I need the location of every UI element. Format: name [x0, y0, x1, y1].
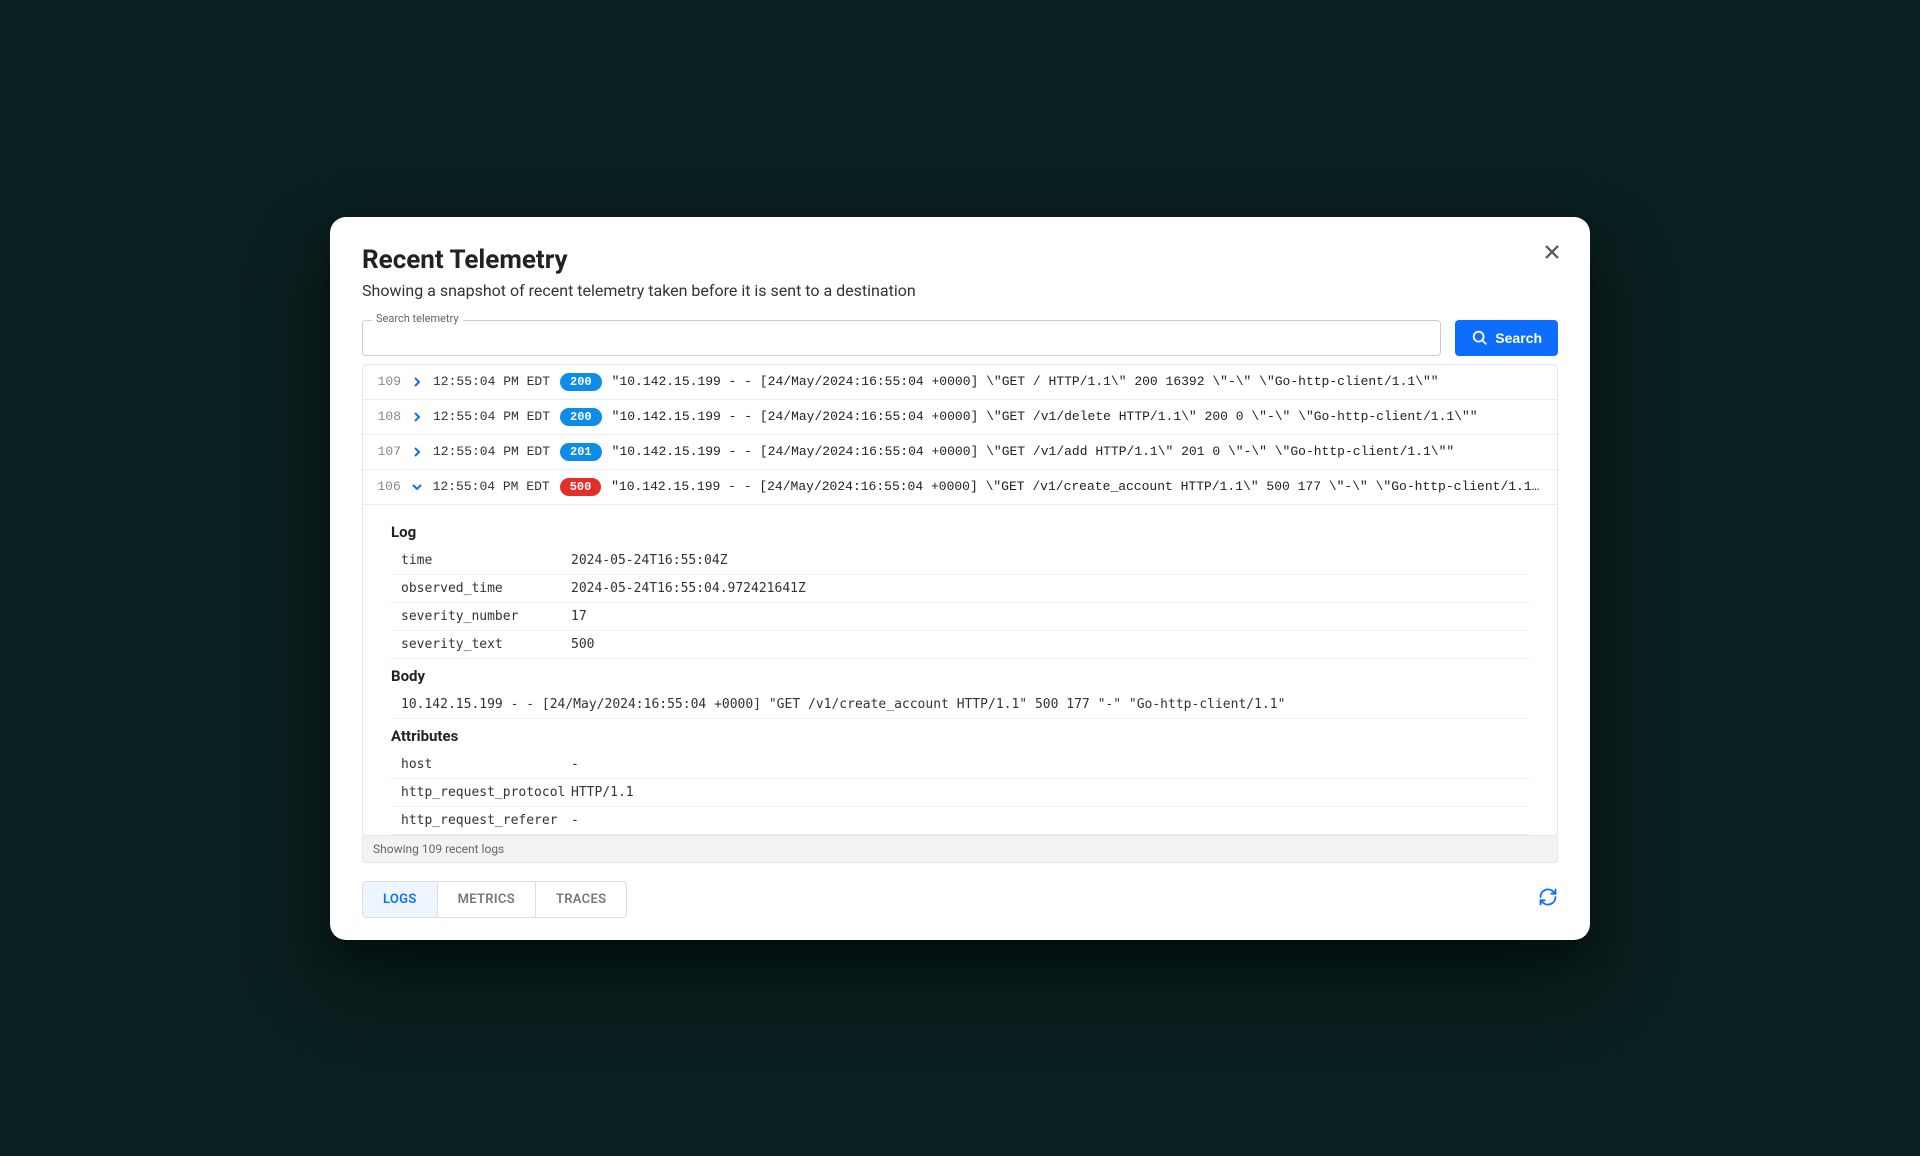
status-badge: 201: [560, 443, 602, 461]
kv-row: time2024-05-24T16:55:04Z: [391, 547, 1529, 575]
row-timestamp: 12:55:04 PM EDT: [433, 479, 550, 494]
kv-value: HTTP/1.1: [571, 785, 634, 800]
log-message: "10.142.15.199 - - [24/May/2024:16:55:04…: [611, 479, 1547, 494]
chevron-down-icon[interactable]: [411, 482, 423, 492]
kv-row: severity_number17: [391, 603, 1529, 631]
chevron-right-icon[interactable]: [411, 377, 423, 387]
log-list[interactable]: 109 12:55:04 PM EDT 200 "10.142.15.199 - - …: [362, 364, 1558, 836]
kv-key: observed_time: [391, 581, 571, 596]
search-field-wrap: Search telemetry: [362, 320, 1441, 356]
search-button-label: Search: [1495, 330, 1542, 346]
log-detail: Logtime2024-05-24T16:55:04Zobserved_time…: [363, 505, 1557, 836]
kv-row: observed_time2024-05-24T16:55:04.9724216…: [391, 575, 1529, 603]
kv-row: http_request_remoteIp10.142.15.199: [391, 835, 1529, 836]
refresh-button[interactable]: [1538, 887, 1558, 911]
chevron-right-icon[interactable]: [411, 447, 423, 457]
row-number: 106: [373, 479, 401, 494]
search-button[interactable]: Search: [1455, 320, 1558, 356]
detail-section-body: Body: [391, 667, 1529, 685]
log-row[interactable]: 106 12:55:04 PM EDT 500 "10.142.15.199 - - …: [363, 470, 1557, 505]
tabs: LOGSMETRICSTRACES: [362, 881, 627, 918]
row-timestamp: 12:55:04 PM EDT: [433, 409, 550, 424]
kv-key: time: [391, 553, 571, 568]
kv-value: -: [571, 757, 579, 772]
log-message: "10.142.15.199 - - [24/May/2024:16:55:04…: [612, 374, 1439, 389]
log-row[interactable]: 107 12:55:04 PM EDT 201 "10.142.15.199 - - …: [363, 435, 1557, 470]
close-icon: [1542, 242, 1562, 262]
log-row[interactable]: 108 12:55:04 PM EDT 200 "10.142.15.199 - - …: [363, 400, 1557, 435]
tab-traces[interactable]: TRACES: [536, 882, 626, 917]
search-input[interactable]: [362, 320, 1441, 356]
page-subtitle: Showing a snapshot of recent telemetry t…: [362, 281, 1558, 300]
row-number: 107: [373, 444, 401, 459]
detail-body-text: 10.142.15.199 - - [24/May/2024:16:55:04 …: [391, 691, 1529, 719]
telemetry-modal: Recent Telemetry Showing a snapshot of r…: [330, 217, 1590, 940]
close-button[interactable]: [1542, 241, 1562, 267]
kv-key: host: [391, 757, 571, 772]
tabs-row: LOGSMETRICSTRACES: [362, 881, 1558, 918]
row-timestamp: 12:55:04 PM EDT: [433, 444, 550, 459]
footer-status: Showing 109 recent logs: [362, 836, 1558, 863]
tab-metrics[interactable]: METRICS: [438, 882, 536, 917]
log-message: "10.142.15.199 - - [24/May/2024:16:55:04…: [612, 444, 1455, 459]
kv-key: http_request_referer: [391, 813, 571, 828]
row-number: 109: [373, 374, 401, 389]
log-message: "10.142.15.199 - - [24/May/2024:16:55:04…: [612, 409, 1478, 424]
kv-value: 2024-05-24T16:55:04Z: [571, 553, 728, 568]
search-icon: [1471, 329, 1489, 347]
status-badge: 200: [560, 373, 602, 391]
kv-key: http_request_protocol: [391, 785, 571, 800]
status-badge: 500: [560, 478, 601, 496]
row-number: 108: [373, 409, 401, 424]
detail-section-log: Log: [391, 523, 1529, 541]
refresh-icon: [1538, 887, 1558, 907]
kv-row: host-: [391, 751, 1529, 779]
kv-row: severity_text500: [391, 631, 1529, 659]
kv-value: -: [571, 813, 579, 828]
kv-key: severity_text: [391, 637, 571, 652]
chevron-right-icon[interactable]: [411, 412, 423, 422]
kv-key: severity_number: [391, 609, 571, 624]
search-row: Search telemetry Search: [362, 320, 1558, 356]
detail-section-attributes: Attributes: [391, 727, 1529, 745]
kv-row: http_request_referer-: [391, 807, 1529, 835]
page-title: Recent Telemetry: [362, 245, 1558, 275]
tab-logs[interactable]: LOGS: [363, 882, 438, 917]
kv-row: http_request_protocolHTTP/1.1: [391, 779, 1529, 807]
kv-value: 2024-05-24T16:55:04.972421641Z: [571, 581, 806, 596]
search-label: Search telemetry: [372, 312, 463, 325]
kv-value: 500: [571, 637, 594, 652]
log-row[interactable]: 109 12:55:04 PM EDT 200 "10.142.15.199 - - …: [363, 365, 1557, 400]
row-timestamp: 12:55:04 PM EDT: [433, 374, 550, 389]
kv-value: 17: [571, 609, 587, 624]
status-badge: 200: [560, 408, 602, 426]
